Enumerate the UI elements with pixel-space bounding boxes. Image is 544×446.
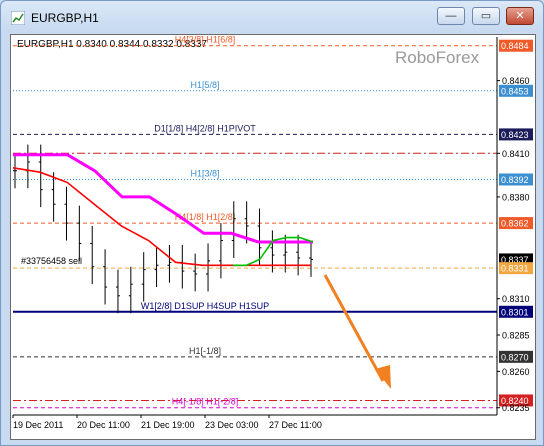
level-label: H1[-1/8] [189,346,221,356]
price-tag-label: 0.8362 [501,219,529,229]
price-tick-label: 0.8285 [502,331,530,341]
level-label: W1[2/8] D1SUP H4SUP H1SUP [141,301,269,311]
time-tick-label: 23 Dec 03:00 [205,420,259,430]
indicator-series-line [13,153,313,244]
price-tick-label: 0.8410 [502,149,530,159]
chart-area[interactable]: EURGBP,H1 0.8340 0.8344 0.8332 0.8337 Ro… [10,34,536,440]
watermark: RoboForex [395,48,480,67]
chart-window: EURGBP,H1 — ▭ ✕ EURGBP,H1 0.8340 0.8344 … [0,0,544,446]
price-tag-label: 0.8484 [501,41,529,51]
price-tick-label: 0.8260 [502,367,530,377]
order-label: #33756458 sell [21,256,82,266]
price-tag-label: 0.8423 [501,130,529,140]
level-label: H1[5/8] [190,80,219,90]
price-axis: 0.8484 0.84600.8453 0.8423 0.8410 0.8392 0.83… [13,37,533,416]
time-tick-label: 20 Dec 11:00 [77,420,130,430]
price-bars [13,144,313,314]
indicator-lines [12,153,314,267]
close-button[interactable]: ✕ [506,7,534,25]
level-label: H4[-1/8] H1[-2/8] [172,397,239,407]
time-tick-label: 19 Dec 2011 [13,420,63,430]
price-tag-label: 0.8331 [501,264,529,274]
window-title: EURGBP,H1 [31,11,99,25]
price-tag-label: 0.8270 [501,352,529,362]
time-axis: 19 Dec 2011 20 Dec 11:00 21 Dec 19:00 23 De… [12,415,322,430]
title-bar[interactable]: EURGBP,H1 — ▭ ✕ [1,1,543,35]
price-tag-label: 0.8453 [501,86,529,96]
levels-layer: H4[3/8] H1[6/8] H1[5/8] D1[1/8] H4[2/8] H1… [13,35,497,409]
minimize-button[interactable]: — [437,7,465,25]
price-tag-label: 0.8392 [501,175,529,185]
level-label: H4[3/8] H1[6/8] [175,35,236,45]
time-tick-label: 27 Dec 11:00 [269,420,322,430]
price-tag-label: 0.8301 [501,307,529,317]
price-tick-label: 0.8310 [502,294,530,304]
price-tick-label: 0.8380 [502,192,530,202]
level-label: H1[3/8] [190,168,219,178]
price-tick-label: 0.8460 [502,76,530,86]
forecast-arrow [323,274,391,389]
price-chart[interactable]: EURGBP,H1 0.8340 0.8344 0.8332 0.8337 Ro… [11,35,535,439]
time-tick-label: 21 Dec 19:00 [141,420,195,430]
maximize-button[interactable]: ▭ [472,7,500,25]
price-tick-label: 0.8235 [502,403,530,413]
level-label: D1[1/8] H4[2/8] H1PIVOT [154,123,256,133]
chart-icon [11,11,25,25]
